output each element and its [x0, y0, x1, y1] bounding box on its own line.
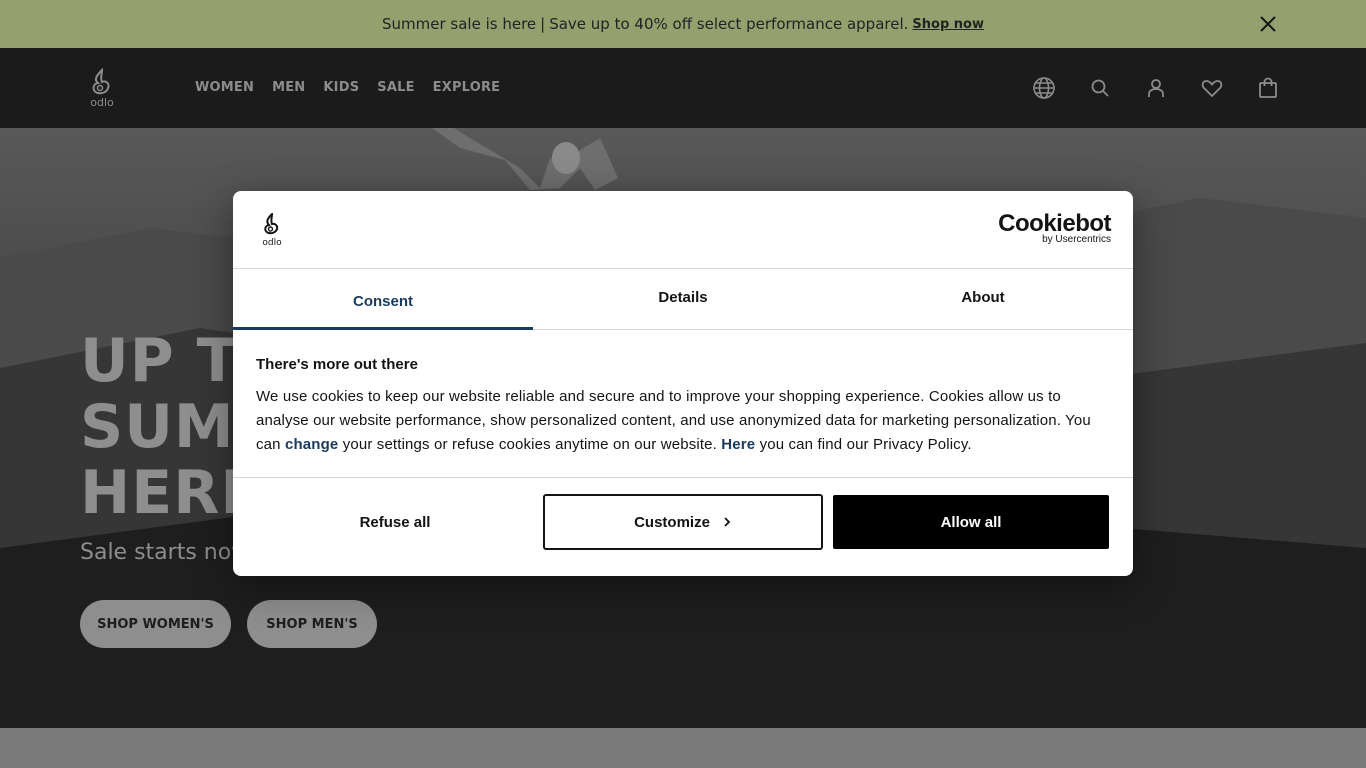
- tab-consent[interactable]: Consent: [233, 269, 533, 330]
- nav-men[interactable]: MEN: [272, 80, 305, 95]
- globe-icon[interactable]: [1032, 76, 1056, 100]
- tab-details[interactable]: Details: [533, 269, 833, 329]
- dialog-logo-wordmark: odlo: [262, 238, 282, 247]
- promo-banner: Summer sale is here | Save up to 40% off…: [0, 0, 1366, 48]
- promo-text-2: Save up to 40% off select performance ap…: [549, 15, 909, 33]
- promo-separator: |: [540, 15, 546, 33]
- dialog-tabs: Consent Details About: [233, 269, 1133, 330]
- page-content-strip: [0, 728, 1366, 768]
- change-settings-link[interactable]: change: [285, 436, 338, 453]
- tab-about[interactable]: About: [833, 269, 1133, 329]
- shop-women-button[interactable]: SHOP WOMEN'S: [80, 600, 231, 648]
- user-icon[interactable]: [1144, 76, 1168, 100]
- nav-sale[interactable]: SALE: [377, 80, 414, 95]
- runner-figure: [432, 128, 618, 190]
- hero-subtitle: Sale starts now: [80, 540, 250, 565]
- search-icon[interactable]: [1088, 76, 1112, 100]
- refuse-all-button[interactable]: Refuse all: [255, 494, 535, 550]
- odlo-logo[interactable]: odlo: [80, 68, 124, 108]
- logo-wordmark: odlo: [90, 96, 114, 108]
- allow-all-button[interactable]: Allow all: [833, 495, 1109, 549]
- promo-text: Summer sale is here: [382, 15, 537, 33]
- description-text-2: your settings or refuse cookies anytime …: [338, 436, 722, 453]
- description-text-3: you can find our Privacy Policy.: [755, 436, 972, 453]
- heart-icon[interactable]: [1200, 76, 1224, 100]
- customize-label: Customize: [634, 513, 710, 531]
- chevron-right-icon: [724, 517, 731, 527]
- nav-kids[interactable]: KIDS: [323, 80, 359, 95]
- cookie-consent-dialog: odlo Cookiebot by Usercentrics Consent D…: [233, 191, 1133, 576]
- shop-now-link[interactable]: Shop now: [912, 17, 984, 32]
- customize-button[interactable]: Customize: [543, 494, 823, 550]
- dialog-heading: There's more out there: [256, 356, 418, 373]
- dialog-header: odlo Cookiebot by Usercentrics: [233, 191, 1133, 269]
- nav-women[interactable]: WOMEN: [195, 80, 254, 95]
- cookiebot-brand[interactable]: Cookiebot by Usercentrics: [998, 211, 1111, 245]
- bag-icon[interactable]: [1256, 76, 1280, 100]
- main-nav: WOMEN MEN KIDS SALE EXPLORE: [195, 80, 500, 95]
- odlo-logo: odlo: [262, 213, 282, 247]
- dialog-body: There's more out there We use cookies to…: [233, 330, 1133, 478]
- header-icons: [1032, 76, 1280, 100]
- dialog-actions: Refuse all Customize Allow all: [233, 478, 1133, 574]
- privacy-policy-link[interactable]: Here: [721, 436, 755, 453]
- close-icon[interactable]: [1256, 12, 1280, 36]
- dialog-description: We use cookies to keep our website relia…: [256, 385, 1111, 457]
- site-header: odlo WOMEN MEN KIDS SALE EXPLORE: [0, 48, 1366, 128]
- nav-explore[interactable]: EXPLORE: [433, 80, 501, 95]
- shop-men-button[interactable]: SHOP MEN'S: [247, 600, 377, 648]
